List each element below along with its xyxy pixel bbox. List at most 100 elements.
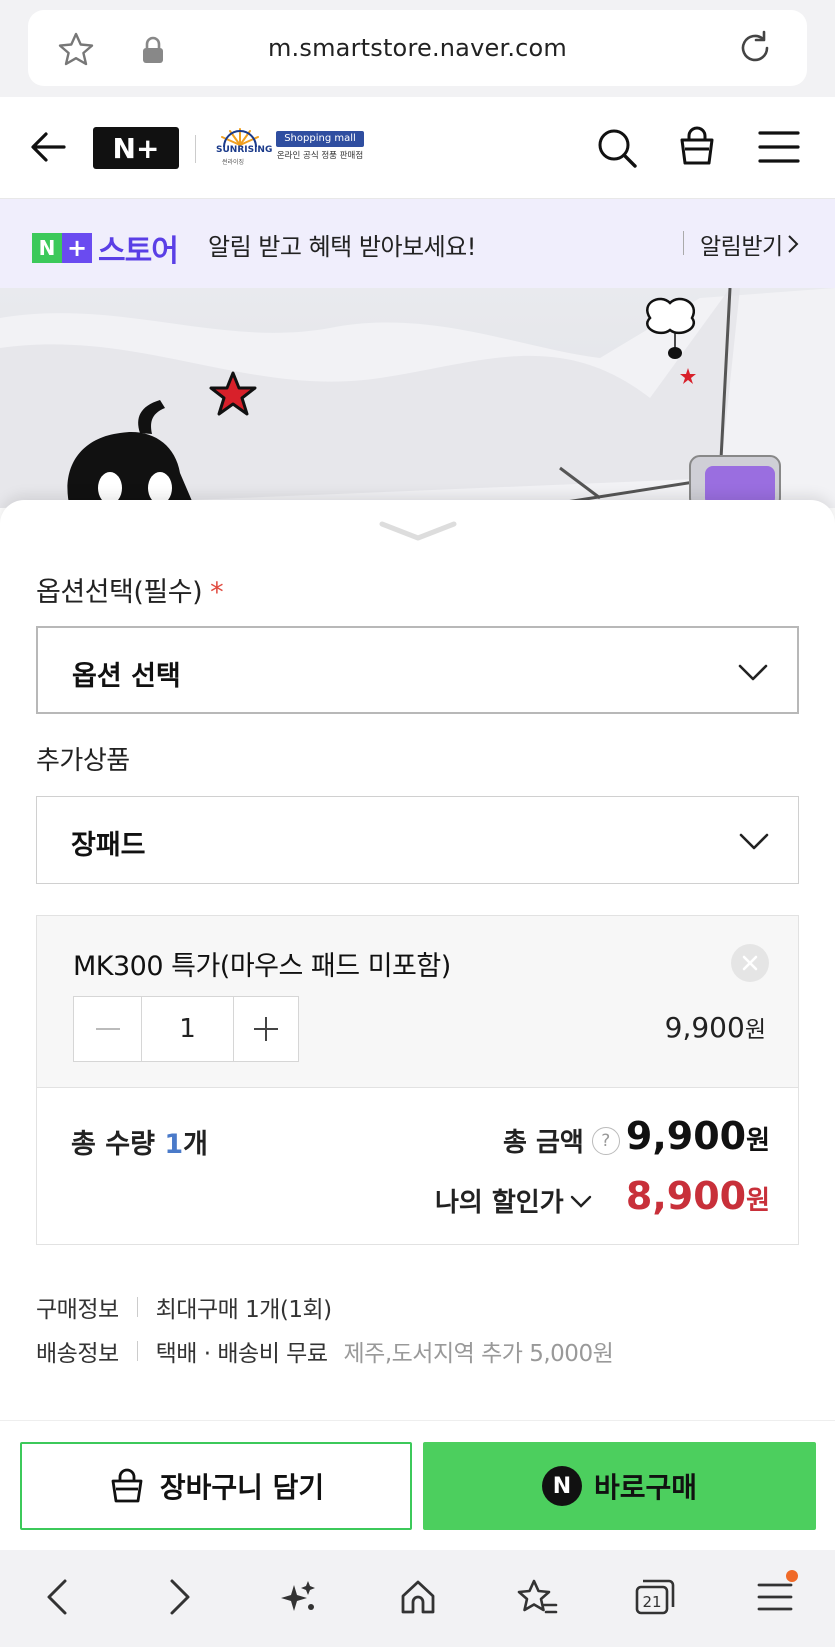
product-hero-image [0,288,835,508]
purchase-info-value: 최대구매 1개(1회) [155,1297,332,1323]
addon-label: 추가상품 [36,746,130,776]
back-arrow-icon[interactable] [28,127,68,167]
browser-back-button[interactable] [32,1572,82,1622]
alert-text: 알림 받고 혜택 받아보세요! [208,233,476,261]
reload-icon[interactable] [735,28,775,68]
info-divider [136,1297,138,1317]
notification-subscribe-button[interactable]: 알림받기 [700,227,799,261]
search-icon[interactable] [594,125,640,171]
selected-item-card: MK300 특가(마우스 패드 미포함) 1 9,900원 [36,915,799,1087]
info-divider [136,1341,138,1361]
browser-url-bar: m.smartstore.naver.com [0,0,835,97]
addon-select[interactable]: 장패드 [36,796,799,884]
shopping-bag-icon[interactable] [674,123,720,169]
chevron-down-icon [570,1195,591,1208]
add-to-cart-button[interactable]: 장바구니 담기 [20,1442,412,1530]
total-quantity-unit: 개 [183,1129,208,1160]
total-quantity: 총 수량 1개 [71,1122,208,1161]
item-price-currency: 원 [744,1017,766,1043]
nstore-logo-text: 스토어 [98,234,179,269]
notification-subscribe-label: 알림받기 [700,234,783,260]
shipping-extra-fee: 제주,도서지역 추가 5,000원 [343,1341,614,1367]
total-amount-label: 총 금액 ? [503,1122,620,1159]
buy-now-button[interactable]: N 바로구매 [423,1442,816,1530]
alert-divider [683,231,684,255]
plus-icon [254,1017,278,1041]
hero-illustration [0,288,835,508]
chevron-right-icon [787,235,799,253]
bookmark-list-icon [517,1579,558,1614]
item-price-value: 9,900 [664,1011,745,1044]
chevron-left-icon [47,1579,67,1615]
shipping-info-key: 배송정보 [36,1341,119,1367]
discount-price-value: 8,900 [625,1174,747,1218]
brand-sub: 썬라이징 [222,159,245,166]
brand-logo[interactable]: SUNRISING 썬라이징 Shopping mall 온라인 공식 정품 판… [210,125,365,171]
addon-select-value: 장패드 [71,830,146,861]
nplus-logo[interactable]: N+ [93,127,179,169]
npay-icon: N [541,1466,582,1506]
chevron-down-icon [738,664,768,681]
purchase-info-key: 구매정보 [36,1297,119,1323]
option-bottom-sheet: 옵션선택(필수) * 옵션 선택 추가상품 장패드 MK300 특가(마우스 패드… [0,500,835,1547]
shipping-info-row: 배송정보 택배 · 배송비 무료 제주,도서지역 추가 5,000원 [36,1334,614,1368]
purchase-action-bar: 장바구니 담기 N 바로구매 [0,1420,835,1550]
chevron-right-icon [170,1579,190,1615]
menu-icon [757,1583,793,1611]
option-required-label: 옵션선택(필수) * [36,570,224,609]
total-quantity-label: 총 수량 [71,1129,155,1160]
home-button[interactable] [393,1572,443,1622]
nstore-logo-plus: + [62,233,92,263]
home-icon [401,1580,435,1614]
shopping-bag-icon [111,1468,143,1503]
brand-badge-sub: 온라인 공식 정품 판매점 [276,151,364,161]
help-icon[interactable]: ? [591,1126,620,1155]
header-divider [195,135,196,163]
tabs-icon: 21 [635,1579,675,1615]
total-amount-currency: 원 [746,1126,770,1156]
brand-name: SUNRISING [216,145,273,155]
discount-price-label: 나의 할인가 [435,1188,564,1218]
total-amount: 9,900원 [626,1114,770,1158]
nplus-logo-text: N+ [112,131,160,165]
sparkle-icon [281,1581,315,1611]
bookmarks-button[interactable] [512,1572,562,1622]
order-summary: 총 수량 1개 총 금액 ? 9,900원 나의 할인가 8,900원 [36,1087,799,1245]
address-field[interactable]: m.smartstore.naver.com [28,10,807,86]
quantity-value[interactable]: 1 [142,997,234,1061]
remove-item-button[interactable] [731,944,769,982]
browser-bottom-nav: 21 [0,1550,835,1647]
ai-sparkle-button[interactable] [273,1572,323,1622]
selected-item-name: MK300 특가(마우스 패드 미포함) [73,951,451,982]
nstore-logo: N + 스토어 [32,226,179,270]
item-price: 9,900원 [665,1010,766,1044]
add-to-cart-label: 장바구니 담기 [159,1471,325,1504]
option-label-text: 옵션선택(필수) [36,577,203,608]
browser-menu-button[interactable] [750,1570,800,1622]
total-amount-label-text: 총 금액 [503,1128,584,1158]
option-select-value: 옵션 선택 [72,661,181,692]
alert-banner: N + 스토어 알림 받고 혜택 받아보세요! 알림받기 [0,199,835,288]
increase-quantity-button[interactable] [234,997,298,1061]
purchase-info-row: 구매정보 최대구매 1개(1회) [36,1290,332,1324]
total-amount-value: 9,900 [625,1114,747,1158]
decrease-quantity-button[interactable] [74,997,142,1061]
minus-icon [95,1028,120,1030]
store-header: N+ SUNRISING 썬라이징 Shopping mall 온라인 공식 정… [0,97,835,199]
nstore-logo-n: N [32,233,62,263]
discount-price: 8,900원 [626,1174,770,1218]
option-select[interactable]: 옵션 선택 [36,626,799,714]
menu-icon[interactable] [756,127,802,167]
quantity-stepper: 1 [73,996,299,1062]
sun-logo-icon: SUNRISING 썬라이징 [210,125,273,171]
close-icon [742,955,758,971]
browser-forward-button[interactable] [155,1572,205,1622]
discount-price-toggle[interactable]: 나의 할인가 [435,1182,592,1219]
url-text: m.smartstore.naver.com [267,34,568,62]
shipping-info-value: 택배 · 배송비 무료 [155,1341,328,1367]
collapse-chevron-icon[interactable] [378,518,458,544]
required-mark: * [210,577,224,608]
total-quantity-value: 1 [164,1129,184,1160]
tabs-button[interactable]: 21 [630,1572,680,1622]
buy-now-label: 바로구매 [593,1471,698,1504]
